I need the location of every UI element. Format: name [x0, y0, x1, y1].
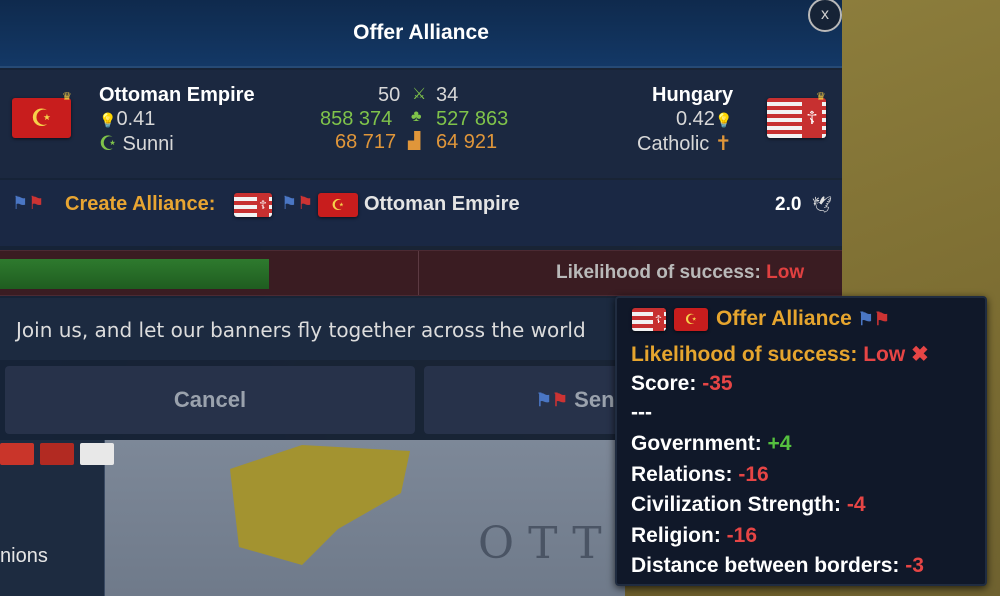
left-economy: 68 717	[335, 131, 397, 153]
alliance-score: 2.0	[775, 194, 802, 215]
crown-icon: ♛	[62, 91, 72, 103]
double-cross-icon: ☦	[257, 193, 269, 217]
bulb-icon: 💡	[714, 112, 733, 128]
population-icon: ♣	[411, 108, 422, 125]
tooltip-factor-value: +4	[761, 432, 792, 455]
tooltip-factor-label: Distance between borders:	[631, 554, 900, 577]
tooltip-title-text: Offer Alliance	[716, 307, 852, 330]
ottoman-flag[interactable]: ☪	[12, 98, 71, 138]
alliance-flags-icon: ⚑⚑	[12, 193, 45, 213]
tooltip-factor-value: -16	[732, 463, 769, 486]
likelihood-text[interactable]: Likelihood of success: Low	[556, 262, 804, 284]
tooltip-likelihood-value: Low	[863, 343, 906, 366]
crescent-icon: ☪	[331, 197, 345, 214]
tooltip-score: Score: -35	[631, 372, 733, 396]
double-cross-icon: ☦	[653, 308, 664, 331]
progress-divider	[418, 251, 419, 295]
alliance-flags-icon: ⚑⚑	[281, 193, 314, 213]
side-panel-label[interactable]: nions	[0, 545, 48, 568]
mini-flag[interactable]	[0, 443, 34, 465]
mini-flag[interactable]	[40, 443, 74, 465]
tooltip-separator: ---	[631, 401, 652, 424]
create-alliance-label: Create Alliance:	[65, 193, 216, 215]
cancel-button[interactable]: Cancel	[5, 366, 415, 434]
left-opinion-value: 0.41	[116, 108, 156, 130]
bulb-icon: 💡	[99, 112, 117, 128]
likelihood-value: Low	[766, 262, 805, 283]
cancel-button-label: Cancel	[173, 387, 247, 412]
swords-icon: ⚔	[412, 86, 427, 103]
crescent-icon: ☪	[684, 311, 698, 327]
tooltip-factor-row: Government: +4	[631, 432, 791, 456]
crescent-religion-icon: ☪	[99, 133, 117, 155]
ottoman-flag-small[interactable]: ☪	[318, 193, 358, 217]
left-country-name: Ottoman Empire	[99, 84, 255, 106]
double-cross-icon: ☦	[802, 98, 822, 138]
tooltip-factor-row: Religion: -16	[631, 524, 757, 548]
tooltip-factor-label: Civilization Strength:	[631, 493, 841, 516]
crown-icon: ♛	[816, 91, 826, 103]
crescent-icon: ☪	[30, 104, 53, 132]
tooltip-factor-row: Relations: -16	[631, 463, 769, 487]
left-army-strength: 50	[378, 84, 401, 106]
right-opinion: 0.42💡	[676, 108, 732, 131]
right-religion-value: Catholic	[637, 133, 710, 155]
tooltip-likelihood: Likelihood of success: Low ✖	[631, 342, 929, 367]
left-religion: ☪ Sunni	[99, 131, 174, 156]
hungary-flag-small[interactable]: ☦	[234, 193, 272, 217]
factory-icon: ▟	[408, 133, 421, 150]
tooltip-factor-value: -3	[899, 554, 924, 577]
tooltip-title: Offer Alliance ⚑⚑	[716, 307, 890, 331]
proposal-message: Join us, and let our banners fly togethe…	[16, 318, 586, 342]
cross-icon: ✝	[714, 133, 732, 155]
right-economy: 64 921	[436, 131, 498, 153]
tooltip-factor-row: Distance between borders: -3	[631, 554, 924, 578]
tooltip-score-value: -35	[702, 372, 733, 395]
hungary-flag[interactable]: ☦	[767, 98, 826, 138]
right-opinion-value: 0.42	[676, 108, 715, 130]
mini-flag[interactable]	[80, 443, 114, 465]
tooltip-factor-value: -4	[841, 493, 866, 516]
close-icon: x	[821, 6, 829, 23]
tooltip-factor-label: Government:	[631, 432, 762, 455]
likelihood-label: Likelihood of success:	[556, 262, 761, 283]
tooltip-likelihood-label: Likelihood of success:	[631, 343, 858, 366]
right-country-name: Hungary	[652, 84, 734, 106]
hungary-flag-tooltip: ☦	[632, 308, 666, 331]
alliance-flags-icon: ⚑⚑	[535, 389, 569, 410]
left-opinion: 💡0.41	[99, 108, 155, 131]
ottoman-flag-tooltip: ☪	[674, 308, 708, 331]
tooltip-factor-label: Relations:	[631, 463, 733, 486]
tooltip-factor-row: Civilization Strength: -4	[631, 493, 866, 517]
dialog-title: Offer Alliance	[353, 21, 489, 44]
alliance-flags-icon: ⚑⚑	[857, 309, 890, 329]
right-army-strength: 34	[436, 84, 459, 106]
alliance-target-name: Ottoman Empire	[364, 193, 520, 215]
tooltip-factor-label: Religion:	[631, 524, 721, 547]
right-religion: Catholic ✝	[637, 131, 732, 156]
left-religion-value: Sunni	[122, 133, 174, 155]
tooltip-factor-value: -16	[720, 524, 758, 547]
likelihood-bar-fill	[0, 259, 269, 289]
map-region-label: OTT	[478, 518, 616, 569]
dialog-header: Offer Alliance	[0, 0, 842, 68]
side-flag-strip	[0, 443, 114, 465]
tooltip-score-label: Score:	[631, 372, 697, 395]
left-population: 858 374	[320, 108, 393, 130]
dove-icon: 🕊	[812, 197, 833, 214]
cross-mark-icon: ✖	[911, 343, 929, 366]
right-population: 527 863	[436, 108, 509, 130]
